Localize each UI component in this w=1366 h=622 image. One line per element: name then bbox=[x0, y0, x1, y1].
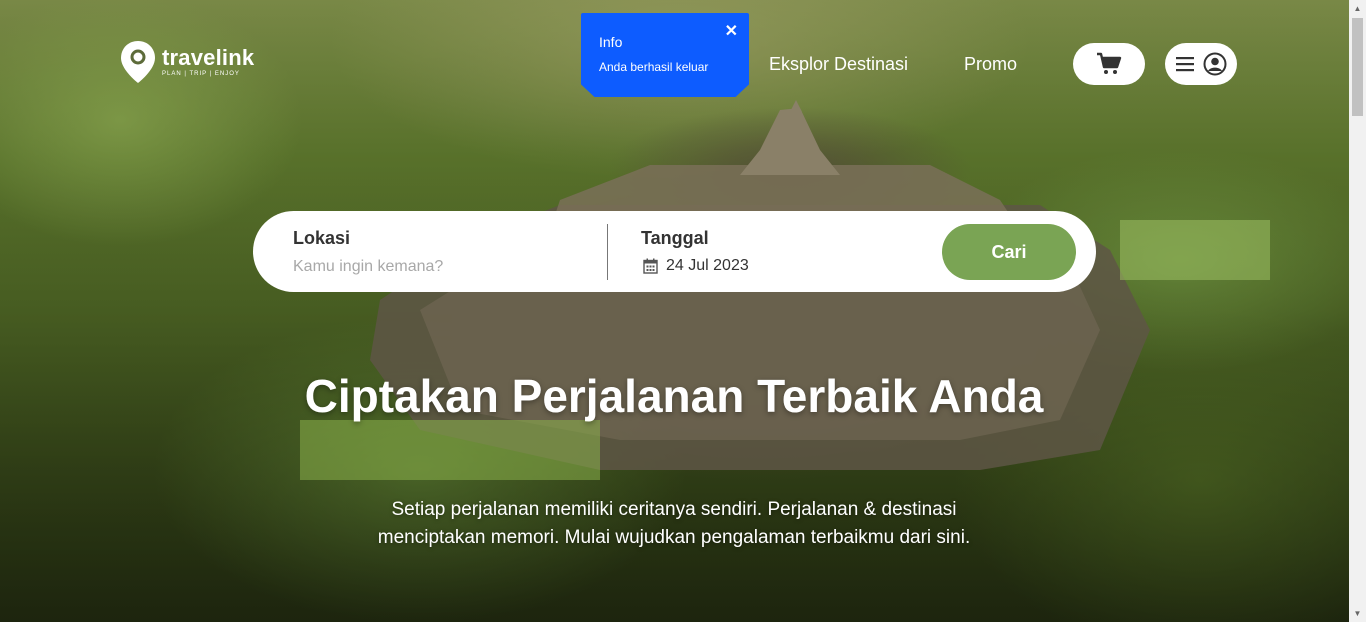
lokasi-label: Lokasi bbox=[293, 228, 351, 248]
info-toast: Info Anda berhasil keluar ✕ bbox=[581, 13, 749, 97]
hero-headline: Ciptakan Perjalanan Terbaik Anda bbox=[304, 370, 1044, 422]
search-bar: Lokasi Tanggal 24 Jul 2023 Cari bbox=[253, 211, 1096, 292]
toast-message: Anda berhasil keluar bbox=[599, 60, 709, 74]
account-menu-button[interactable] bbox=[1165, 43, 1237, 85]
date-value: 24 Jul 2023 bbox=[666, 257, 749, 274]
cart-icon bbox=[1097, 52, 1122, 74]
page-scrollbar[interactable]: ▲ ▼ bbox=[1349, 0, 1366, 622]
scroll-down-icon[interactable]: ▼ bbox=[1349, 605, 1366, 622]
location-pin-icon bbox=[121, 41, 155, 83]
hamburger-icon bbox=[1176, 57, 1194, 72]
brand-name: travelink bbox=[162, 45, 255, 70]
scroll-up-icon[interactable]: ▲ bbox=[1349, 0, 1366, 17]
date-picker[interactable]: 24 Jul 2023 bbox=[643, 257, 749, 275]
scroll-thumb[interactable] bbox=[1352, 18, 1363, 116]
brand-tagline: PLAN | TRIP | ENJOY bbox=[162, 71, 240, 77]
toast-title: Info bbox=[599, 34, 623, 50]
search-button[interactable]: Cari bbox=[942, 224, 1076, 280]
calendar-icon bbox=[643, 258, 658, 274]
search-divider bbox=[607, 224, 608, 280]
hero-subtext: Setiap perjalanan memiliki ceritanya sen… bbox=[377, 499, 971, 548]
cart-button[interactable] bbox=[1073, 43, 1145, 85]
user-icon bbox=[1203, 52, 1227, 76]
tanggal-label: Tanggal bbox=[641, 228, 709, 248]
close-icon[interactable]: ✕ bbox=[725, 21, 738, 41]
brand-logo[interactable]: travelink PLAN | TRIP | ENJOY bbox=[120, 40, 254, 84]
nav-promo[interactable]: Promo bbox=[964, 54, 1017, 75]
nav-eksplor-destinasi[interactable]: Eksplor Destinasi bbox=[769, 54, 908, 75]
lokasi-input[interactable] bbox=[293, 256, 573, 278]
